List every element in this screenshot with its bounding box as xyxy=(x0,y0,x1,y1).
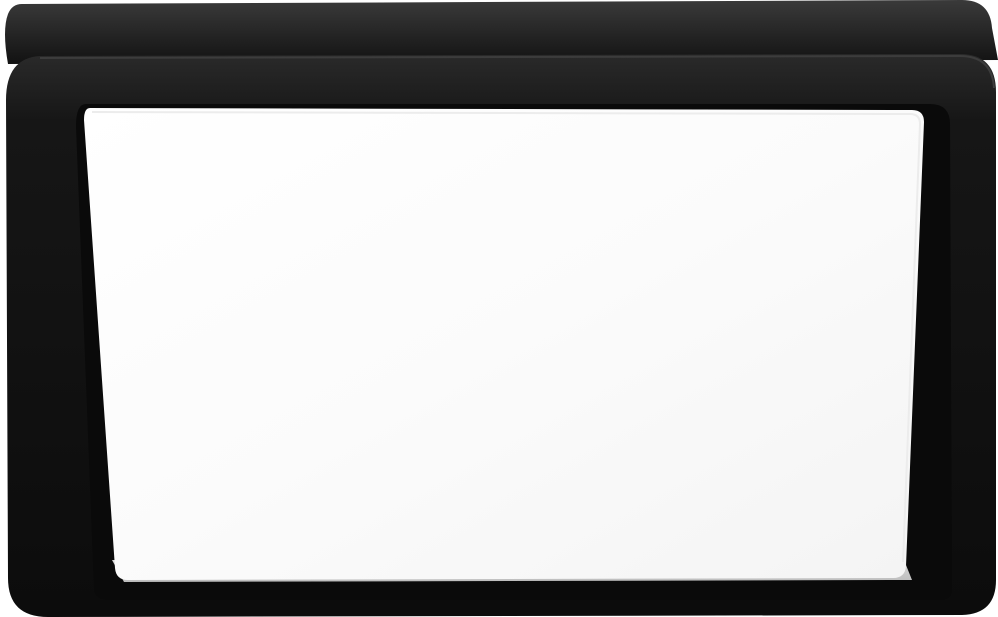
diffuser-panel xyxy=(84,108,924,580)
led-panel-illustration xyxy=(5,0,998,617)
product-photo xyxy=(0,0,998,617)
